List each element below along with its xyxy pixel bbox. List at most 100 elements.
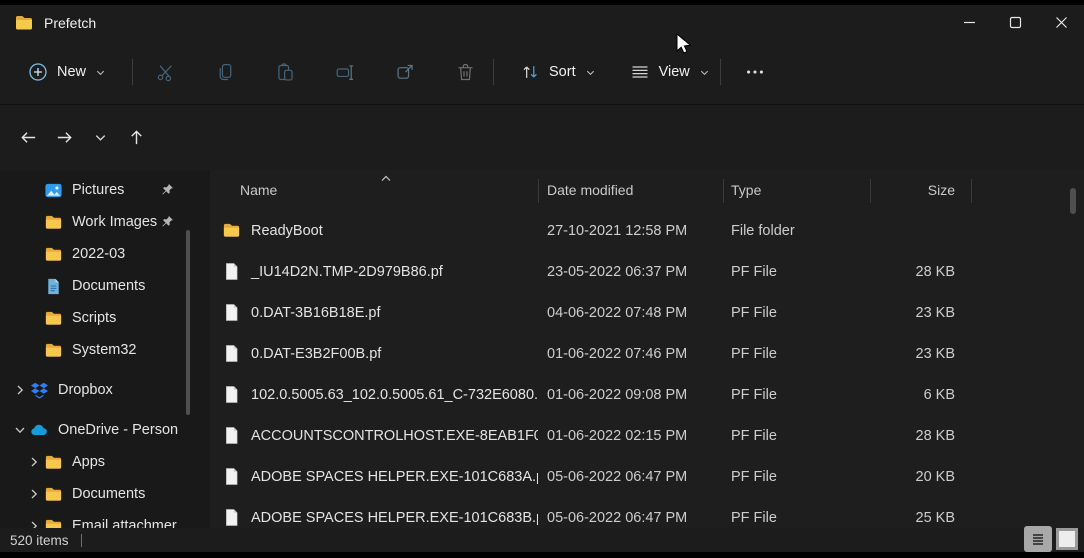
sidebar-scrollbar[interactable] xyxy=(186,230,190,415)
folder-icon xyxy=(44,245,63,264)
sidebar-item-label: Documents xyxy=(72,278,145,294)
file-date-modified: 04-06-2022 07:48 PM xyxy=(538,305,723,321)
file-list-scrollbar[interactable] xyxy=(1070,188,1076,214)
minimize-button[interactable] xyxy=(946,5,992,40)
sidebar-item[interactable]: OneDrive - Person xyxy=(0,414,200,446)
pictures-icon xyxy=(44,181,63,200)
file-date-modified: 01-06-2022 02:15 PM xyxy=(538,428,723,444)
sidebar-item[interactable]: System32 xyxy=(0,334,200,366)
chevron-right-icon[interactable] xyxy=(24,452,44,472)
status-bar: 520 items xyxy=(0,528,1084,552)
sidebar-item[interactable]: 2022-03 xyxy=(0,238,200,270)
sidebar-item-label: Scripts xyxy=(72,310,116,326)
folder-icon xyxy=(44,341,63,360)
large-icons-view-icon[interactable] xyxy=(1056,528,1078,550)
new-button[interactable]: New xyxy=(18,55,116,89)
window-title: Prefetch xyxy=(44,15,96,31)
file-date-modified: 05-06-2022 06:47 PM xyxy=(538,469,723,485)
file-row[interactable]: ReadyBoot 27-10-2021 12:58 PM File folde… xyxy=(210,210,1084,251)
copy-button[interactable] xyxy=(205,52,245,92)
file-name: _IU14D2N.TMP-2D979B86.pf xyxy=(251,264,443,280)
column-divider[interactable] xyxy=(538,179,539,203)
file-type: PF File xyxy=(723,305,870,321)
sidebar-item[interactable]: Email attachmer xyxy=(0,510,200,528)
sidebar-item[interactable]: Dropbox xyxy=(0,374,200,406)
sidebar-item-label: OneDrive - Person xyxy=(58,422,178,438)
file-name: ReadyBoot xyxy=(251,223,323,239)
toolbar-divider xyxy=(493,59,494,85)
sidebar-item-label: Apps xyxy=(72,454,105,470)
sidebar-item[interactable]: Documents xyxy=(0,478,200,510)
delete-button[interactable] xyxy=(445,52,485,92)
folder-icon xyxy=(14,13,34,33)
maximize-button[interactable] xyxy=(992,5,1038,40)
chevron-right-icon[interactable] xyxy=(24,484,44,504)
dropbox-icon xyxy=(30,381,49,400)
folder-icon xyxy=(44,517,63,529)
folder-icon xyxy=(222,221,241,240)
sidebar-item[interactable]: Work Images xyxy=(0,206,200,238)
file-name: 0.DAT-3B16B18E.pf xyxy=(251,305,381,321)
file-type: File folder xyxy=(723,223,870,239)
sidebar-item[interactable]: Scripts xyxy=(0,302,200,334)
column-header-date-modified[interactable]: Date modified xyxy=(538,182,723,198)
column-divider[interactable] xyxy=(971,179,972,203)
folder-icon xyxy=(44,453,63,472)
chevron-right-icon[interactable] xyxy=(10,380,30,400)
item-count: 520 items xyxy=(10,533,69,548)
details-view-icon[interactable] xyxy=(1024,526,1052,552)
up-button[interactable] xyxy=(118,119,154,155)
file-type: PF File xyxy=(723,264,870,280)
mouse-cursor xyxy=(676,33,693,57)
chevron-down-icon xyxy=(699,67,710,78)
file-name: ADOBE SPACES HELPER.EXE-101C683B.pf xyxy=(251,510,538,526)
paste-button[interactable] xyxy=(265,52,305,92)
file-type: PF File xyxy=(723,428,870,444)
sidebar-item[interactable]: Documents xyxy=(0,270,200,302)
file-type: PF File xyxy=(723,387,870,403)
status-divider xyxy=(81,534,82,547)
file-type: PF File xyxy=(723,469,870,485)
sidebar-item[interactable]: Pictures xyxy=(0,174,200,206)
column-header-type[interactable]: Type xyxy=(723,182,870,198)
folder-icon xyxy=(44,213,63,232)
share-button[interactable] xyxy=(385,52,425,92)
close-button[interactable] xyxy=(1038,5,1084,40)
file-icon xyxy=(222,344,241,363)
file-type: PF File xyxy=(723,346,870,362)
chevron-down-icon[interactable] xyxy=(10,420,30,440)
file-icon xyxy=(222,385,241,404)
column-divider[interactable] xyxy=(870,179,871,203)
cut-button[interactable] xyxy=(145,52,185,92)
file-icon xyxy=(222,303,241,322)
view-icon xyxy=(630,62,650,82)
sort-button[interactable]: Sort xyxy=(510,55,606,89)
recent-locations-button[interactable] xyxy=(82,119,118,155)
file-name: 0.DAT-E3B2F00B.pf xyxy=(251,346,381,362)
more-options-button[interactable] xyxy=(735,52,775,92)
column-divider[interactable] xyxy=(723,179,724,203)
file-row[interactable]: 0.DAT-3B16B18E.pf 04-06-2022 07:48 PM PF… xyxy=(210,292,1084,333)
column-header-size[interactable]: Size xyxy=(870,182,955,198)
sidebar-item-label: Work Images xyxy=(72,214,157,230)
sidebar-item[interactable]: Apps xyxy=(0,446,200,478)
file-row[interactable]: 102.0.5005.63_102.0.5005.61_C-732E6080..… xyxy=(210,374,1084,415)
more-icon xyxy=(744,61,766,83)
column-header-name[interactable]: Name xyxy=(210,182,538,198)
file-row[interactable]: ADOBE SPACES HELPER.EXE-101C683A.pf 05-0… xyxy=(210,456,1084,497)
forward-button[interactable] xyxy=(46,119,82,155)
file-row[interactable]: 0.DAT-E3B2F00B.pf 01-06-2022 07:46 PM PF… xyxy=(210,333,1084,374)
file-icon xyxy=(222,262,241,281)
file-row[interactable]: _IU14D2N.TMP-2D979B86.pf 23-05-2022 06:3… xyxy=(210,251,1084,292)
view-button[interactable]: View xyxy=(620,55,720,89)
rename-button[interactable] xyxy=(325,52,365,92)
back-button[interactable] xyxy=(10,119,46,155)
file-row[interactable]: ACCOUNTSCONTROLHOST.EXE-8EAB1F0... 01-06… xyxy=(210,415,1084,456)
file-size: 25 KB xyxy=(870,510,955,526)
file-date-modified: 27-10-2021 12:58 PM xyxy=(538,223,723,239)
new-icon xyxy=(28,62,48,82)
chevron-right-icon[interactable] xyxy=(24,516,44,528)
documents-icon xyxy=(44,277,63,296)
file-name: ACCOUNTSCONTROLHOST.EXE-8EAB1F0... xyxy=(251,428,538,444)
sidebar-item-label: System32 xyxy=(72,342,136,358)
